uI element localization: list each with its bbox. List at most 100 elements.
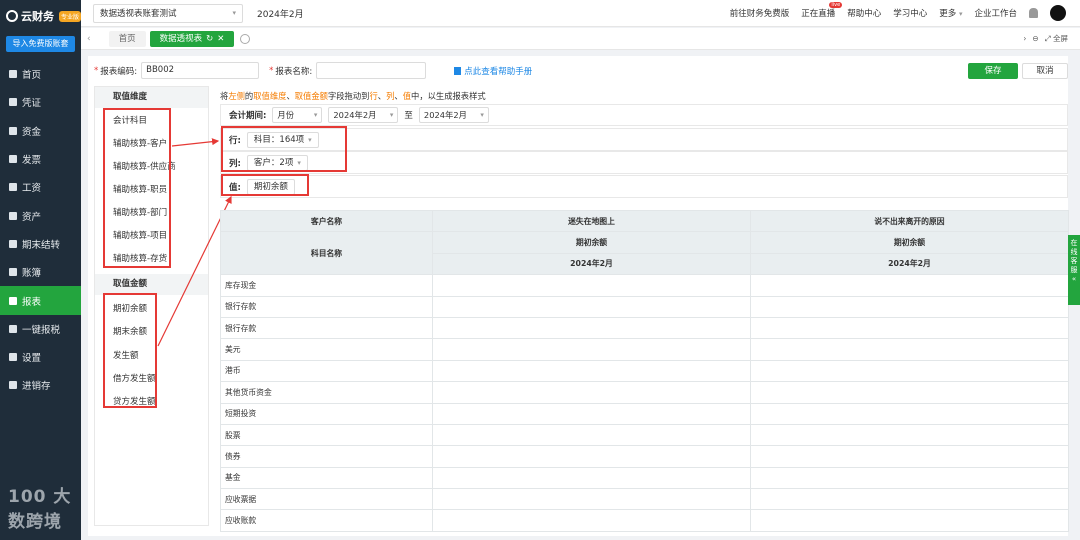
value-cell bbox=[432, 359, 751, 383]
table-row: 港币 bbox=[220, 359, 1069, 383]
salary-icon bbox=[9, 183, 17, 192]
close-icon[interactable]: ✕ bbox=[217, 31, 224, 47]
table-row: 其他货币资金 bbox=[220, 381, 1069, 404]
sidebar-item-9[interactable]: 一键报税 bbox=[0, 315, 81, 343]
subject-name-cell: 美元 bbox=[220, 338, 433, 361]
sidebar-item-3[interactable]: 发票 bbox=[0, 145, 81, 173]
report-name-input[interactable] bbox=[316, 62, 427, 79]
import-free-account-button[interactable]: 导入免费版账套 bbox=[6, 36, 75, 52]
tab-menu-icon[interactable] bbox=[240, 33, 251, 44]
value-drop-zone[interactable]: 值: 期初余额 bbox=[220, 175, 1068, 198]
minus-circle-icon[interactable]: ⊖ bbox=[1032, 34, 1038, 43]
topbar: 数据透视表账套测试 ▾ 2024年2月 前往财务免费版 正在直播 live 帮助中… bbox=[81, 0, 1080, 27]
corner-subject-header: 科目名称 bbox=[220, 231, 433, 276]
table-row: 短期投资 bbox=[220, 402, 1069, 425]
subject-name-cell: 港币 bbox=[220, 359, 433, 383]
report-code-input[interactable]: BB002 bbox=[141, 62, 260, 79]
link-free-version[interactable]: 前往财务免费版 bbox=[730, 7, 790, 19]
account-select[interactable]: 数据透视表账套测试 ▾ bbox=[93, 3, 243, 23]
sidebar-item-7[interactable]: 账簿 bbox=[0, 258, 81, 286]
sidebar-item-11[interactable]: 进销存 bbox=[0, 371, 81, 399]
fullscreen-button[interactable]: ⤢ 全屏 bbox=[1045, 33, 1068, 44]
period-header-2: 2024年2月 bbox=[750, 252, 1069, 276]
sidebar-item-label: 一键报税 bbox=[22, 324, 61, 336]
sidebar-item-2[interactable]: 资金 bbox=[0, 117, 81, 145]
watermark: 100 大数跨境 bbox=[8, 487, 72, 532]
link-learning-center[interactable]: 学习中心 bbox=[893, 7, 927, 19]
ledger-icon bbox=[9, 268, 17, 277]
pivot-preview-table: 客户名称 迷失在地图上 说不出来离开的原因 科目名称 期初余额 期初余额 202… bbox=[220, 209, 1069, 532]
collapse-icon[interactable]: « bbox=[1072, 275, 1076, 283]
report-info-row: * 报表编码: BB002 * 报表名称: 点此查看帮助手册 bbox=[94, 62, 532, 79]
table-row: 美元 bbox=[220, 338, 1069, 361]
voucher-icon bbox=[9, 98, 17, 107]
tab-home[interactable]: 首页 bbox=[108, 30, 146, 47]
table-row: 股票 bbox=[220, 423, 1069, 447]
table-row: 银行存款 bbox=[220, 295, 1069, 318]
value-cell bbox=[750, 359, 1069, 383]
report-code-label: 报表编码: bbox=[100, 66, 138, 77]
required-mark: * bbox=[94, 65, 99, 76]
bell-icon[interactable] bbox=[1029, 8, 1038, 18]
column-drop-zone[interactable]: 列: 客户：2项 ▾ bbox=[220, 151, 1068, 174]
subject-name-cell: 应收账款 bbox=[220, 509, 433, 532]
period-from-select[interactable]: 2024年2月 ▾ bbox=[328, 107, 399, 123]
link-live[interactable]: 正在直播 live bbox=[801, 2, 843, 19]
value-cell bbox=[432, 445, 751, 468]
value-cell bbox=[432, 338, 751, 361]
table-row: 基金 bbox=[220, 466, 1069, 490]
table-row: 库存现金 bbox=[220, 274, 1069, 297]
report-name-label: 报表名称: bbox=[275, 66, 313, 77]
pivot-editor: * 报表编码: BB002 * 报表名称: 点此查看帮助手册 保存 取消 取值维… bbox=[88, 56, 1069, 536]
tabs-scroll-left-icon[interactable]: ‹ bbox=[87, 34, 91, 44]
save-button[interactable]: 保存 bbox=[968, 63, 1018, 79]
table-row: 银行存款 bbox=[220, 316, 1069, 340]
period-row: 会计期间: 月份 ▾ 2024年2月 ▾ 至 2024年2月 ▾ bbox=[220, 104, 1068, 126]
subject-name-cell: 库存现金 bbox=[220, 274, 433, 297]
link-help-center[interactable]: 帮助中心 bbox=[847, 7, 881, 19]
document-icon bbox=[454, 66, 462, 75]
link-more[interactable]: 更多 ▾ bbox=[939, 7, 962, 19]
sidebar-item-1[interactable]: 凭证 bbox=[0, 88, 81, 116]
dimension-header: 取值维度 bbox=[95, 87, 208, 108]
refresh-icon[interactable]: ↻ bbox=[206, 31, 213, 47]
funds-icon bbox=[9, 126, 17, 135]
value-cell bbox=[750, 381, 1069, 404]
subject-name-cell: 债券 bbox=[220, 445, 433, 468]
period-type-select[interactable]: 月份 ▾ bbox=[272, 107, 323, 123]
highlight-measures bbox=[103, 293, 157, 408]
report-icon bbox=[9, 296, 17, 305]
logo-icon bbox=[6, 10, 18, 22]
sidebar-item-label: 进销存 bbox=[22, 381, 51, 393]
period-to-label: 至 bbox=[404, 111, 413, 121]
sidebar-item-4[interactable]: 工资 bbox=[0, 173, 81, 201]
sidebar-item-label: 工资 bbox=[22, 183, 42, 195]
help-manual-link[interactable]: 点此查看帮助手册 bbox=[454, 65, 532, 77]
measure-header: 取值金额 bbox=[95, 274, 208, 295]
chevron-down-icon: ▾ bbox=[389, 111, 394, 119]
current-period: 2024年2月 bbox=[257, 9, 304, 20]
sidebar-item-8[interactable]: 报表 bbox=[0, 286, 81, 315]
link-enterprise-workbench[interactable]: 企业工作台 bbox=[974, 7, 1017, 19]
row-drop-zone[interactable]: 行: 科目：164项 ▾ bbox=[220, 128, 1068, 151]
online-service-tab[interactable]: 在线客服 « bbox=[1068, 235, 1080, 305]
tabs-bar: ‹ 首页 数据透视表 ↻ ✕ › ⊖ ⤢ 全屏 bbox=[81, 28, 1080, 50]
tab-tools: › ⊖ ⤢ 全屏 bbox=[1023, 33, 1080, 44]
period-to-select[interactable]: 2024年2月 ▾ bbox=[418, 107, 489, 123]
cancel-button[interactable]: 取消 bbox=[1022, 63, 1068, 79]
sidebar-item-6[interactable]: 期末结转 bbox=[0, 230, 81, 258]
value-cell bbox=[432, 274, 751, 297]
subject-name-cell: 其他货币资金 bbox=[220, 381, 433, 404]
measure-header-2: 期初余额 bbox=[750, 231, 1069, 254]
sidebar-item-5[interactable]: 资产 bbox=[0, 201, 81, 229]
sidebar-item-10[interactable]: 设置 bbox=[0, 343, 81, 371]
value-cell bbox=[432, 402, 751, 425]
avatar[interactable] bbox=[1050, 5, 1066, 21]
account-name: 数据透视表账套测试 bbox=[100, 9, 177, 19]
corner-customer-header: 客户名称 bbox=[220, 209, 433, 233]
tabs-scroll-right-icon[interactable]: › bbox=[1023, 34, 1026, 43]
sidebar-item-label: 首页 bbox=[22, 70, 42, 82]
sidebar-item-0[interactable]: 首页 bbox=[0, 60, 81, 88]
logo[interactable]: 云财务 专业版 bbox=[0, 0, 81, 32]
tab-pivot-table[interactable]: 数据透视表 ↻ ✕ bbox=[149, 30, 235, 47]
